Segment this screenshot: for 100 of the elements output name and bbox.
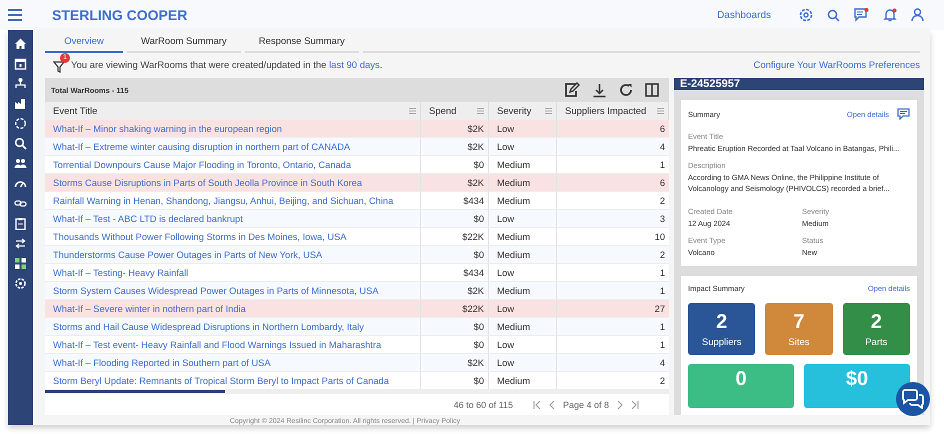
- menu-icon[interactable]: [8, 9, 22, 21]
- calendar-icon[interactable]: [14, 57, 27, 70]
- network-icon[interactable]: [14, 77, 27, 90]
- spend-cell: $2K: [421, 174, 489, 191]
- severity-cell: Low: [489, 210, 557, 227]
- download-icon[interactable]: [592, 82, 607, 98]
- tab[interactable]: Response Summary: [244, 32, 359, 54]
- scrollbar-thumb[interactable]: [45, 390, 225, 393]
- last-page-icon[interactable]: [631, 400, 639, 408]
- first-page-icon[interactable]: [532, 400, 541, 408]
- event-title-link[interactable]: What-If – Flooding Reported in Southern part of USA: [53, 358, 271, 368]
- bell-icon[interactable]: [883, 8, 897, 22]
- factory-icon[interactable]: [14, 97, 27, 110]
- event-id-header: E-24525957: [674, 78, 924, 90]
- table-row[interactable]: What-If – Severe winter in nothern part of India $22K Low 27: [45, 300, 669, 318]
- preferences-link[interactable]: Configure Your WarRooms Preferences: [753, 60, 920, 72]
- grid-icon[interactable]: [14, 257, 27, 270]
- people-icon[interactable]: [14, 157, 27, 170]
- message-icon[interactable]: [854, 8, 869, 22]
- edit-icon[interactable]: [564, 82, 580, 98]
- spend-cell: $0: [421, 318, 489, 335]
- spend-cell: $2K: [421, 138, 489, 155]
- impact-tile[interactable]: 2 Suppliers: [688, 303, 756, 356]
- tile-count: $0: [846, 368, 868, 392]
- severity-cell: Medium: [489, 372, 557, 389]
- tab[interactable]: WarRoom Summary: [127, 32, 241, 54]
- filter-icon[interactable]: [53, 58, 67, 73]
- suppliers-cell-text: 1: [658, 266, 666, 280]
- spend-cell: $0: [421, 372, 489, 389]
- table-row[interactable]: Storms Cause Disruptions in Parts of South Jeolla Province in South Korea $2K Medium 6: [45, 174, 669, 192]
- suppliers-cell-text: 1: [658, 284, 666, 298]
- spend-cell: $0: [421, 246, 489, 263]
- event-title-link[interactable]: Thunderstorms Cause Power Outages in Parts of New York, USA: [53, 250, 322, 260]
- comment-icon[interactable]: [897, 108, 910, 120]
- severity-cell: Low: [489, 354, 557, 371]
- event-title-link[interactable]: Rainfall Warning in Henan, Shandong, Jiangsu, Anhui, Beijing, and Sichuan, China: [53, 196, 394, 206]
- table-row[interactable]: What-If – Extreme winter causing disruption in northern part of CANADA $2K Low 4: [45, 138, 669, 156]
- tile-label: Parts: [865, 336, 888, 348]
- transfer-icon[interactable]: [14, 237, 27, 250]
- suppliers-cell-text: 1: [658, 158, 666, 172]
- event-title-link[interactable]: What-If – Testing- Heavy Rainfall: [53, 268, 188, 278]
- table-row[interactable]: What-If – Minor shaking warning in the european region $2K Low 6: [45, 120, 669, 138]
- suppliers-cell-text: 27: [654, 302, 666, 316]
- severity-cell: Medium: [489, 228, 557, 245]
- columns-icon[interactable]: [645, 83, 659, 97]
- previous-page-icon[interactable]: [548, 400, 555, 408]
- event-title-link[interactable]: Torrential Downpours Cause Major Flooding in Toronto, Ontario, Canada: [53, 160, 352, 170]
- refresh-icon[interactable]: [619, 83, 633, 97]
- suppliers-cell-text: 10: [654, 230, 666, 244]
- event-title-link[interactable]: Storms Cause Disruptions in Parts of South Jeolla Province in South Korea: [53, 178, 362, 188]
- table-row[interactable]: Storms and Hail Cause Widespread Disruptions in Northern Lombardy, Italy $0 Medium 1: [45, 318, 669, 336]
- table-row[interactable]: What-If – Test - ABC LTD is declared bankrupt $0 Low 3: [45, 210, 669, 228]
- severity-cell: Low: [489, 264, 557, 281]
- suppliers-cell-text: 6: [658, 122, 666, 136]
- tile-count: 2: [716, 310, 728, 334]
- severity-cell: Low: [489, 138, 557, 155]
- spend-cell: $0: [421, 336, 489, 353]
- filter-notice-text: You are viewing WarRooms that were created/updated in the last 90 days.: [71, 60, 382, 72]
- search-icon[interactable]: [827, 8, 840, 22]
- tile-count: 0: [735, 368, 747, 392]
- dashboards-link[interactable]: Dashboards: [717, 10, 771, 20]
- event-title-link[interactable]: What-If – Extreme winter causing disruption in northern part of CANADA: [53, 142, 350, 152]
- spend-cell: $434: [421, 192, 489, 209]
- impact-tile[interactable]: 2 Parts: [842, 303, 910, 356]
- event-title-link[interactable]: What-If – Test event- Heavy Rainfall and Flood Warnings Issued in Maharashtra: [53, 340, 382, 350]
- suppliers-cell-text: 2: [658, 374, 666, 388]
- severity-cell: Low: [489, 336, 557, 353]
- settings-icon[interactable]: [799, 8, 813, 22]
- severity-cell: Medium: [489, 246, 557, 263]
- event-title-link[interactable]: Thousands Without Power Following Storms in Des Moines, Iowa, USA: [53, 232, 346, 242]
- spend-cell: $2K: [421, 120, 489, 137]
- table-row[interactable]: Storm System Causes Widespread Power Outages in Parts of Minnesota, USA $2K Medium 1: [45, 282, 669, 300]
- spend-cell: $0: [421, 156, 489, 173]
- clipboard-icon[interactable]: [14, 217, 27, 230]
- last-90-days-link[interactable]: last 90 days: [329, 60, 380, 72]
- next-page-icon[interactable]: [617, 400, 623, 408]
- suppliers-cell-text: 2: [658, 248, 666, 262]
- suppliers-cell-text: 1: [658, 338, 666, 352]
- spend-cell: $2K: [421, 354, 489, 371]
- event-title-link[interactable]: Storm System Causes Widespread Power Outages in Parts of Minnesota, USA: [53, 286, 379, 296]
- event-title-link[interactable]: Storm Beryl Update: Remnants of Tropical Storm Beryl to Impact Parts of Canada: [53, 376, 389, 386]
- user-icon[interactable]: [911, 8, 924, 22]
- tile-label: Sites: [788, 336, 810, 348]
- chat-icon: [901, 389, 925, 409]
- home-icon[interactable]: [14, 37, 27, 50]
- table-row[interactable]: Thunderstorms Cause Power Outages in Parts of New York, USA $0 Medium 2: [45, 246, 669, 264]
- spend-cell: $2K: [421, 282, 489, 299]
- event-title-link[interactable]: Storms and Hail Cause Widespread Disruptions in Northern Lombardy, Italy: [53, 322, 364, 332]
- tab[interactable]: Overview: [45, 32, 123, 54]
- severity-cell: Medium: [489, 318, 557, 335]
- search-icon[interactable]: [14, 137, 27, 150]
- table-row[interactable]: What-If – Flooding Reported in Southern part of USA $2K Low 4: [45, 354, 669, 372]
- suppliers-cell-text: 3: [658, 212, 666, 226]
- event-title-link[interactable]: What-If – Severe winter in nothern part of India: [53, 304, 246, 314]
- event-title-link[interactable]: What-If – Test - ABC LTD is declared bankrupt: [53, 214, 243, 224]
- spend-cell: $434: [421, 264, 489, 281]
- severity-cell: Medium: [489, 282, 557, 299]
- impact-tile[interactable]: 7 Sites: [765, 303, 833, 356]
- suppliers-cell-text: 2: [658, 194, 666, 208]
- event-title-link[interactable]: What-If – Minor shaking warning in the european region: [53, 124, 282, 134]
